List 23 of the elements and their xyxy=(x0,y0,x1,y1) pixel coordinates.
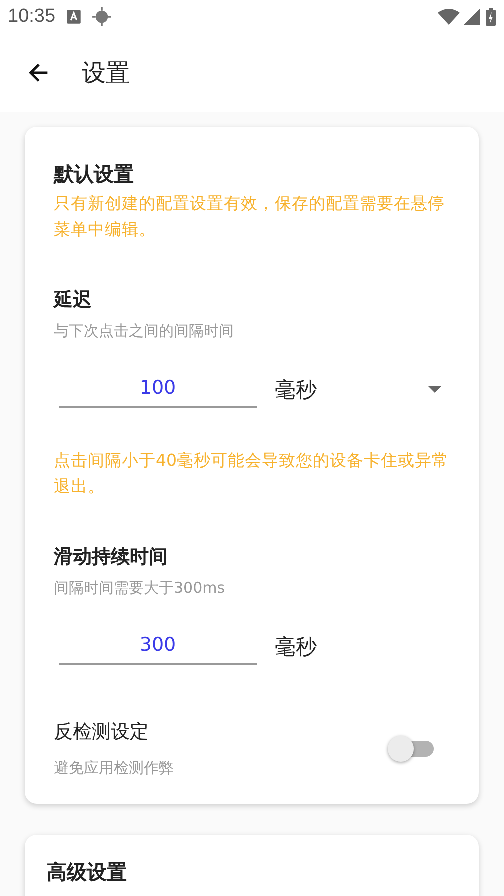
page-title: 设置 xyxy=(82,58,130,89)
section-heading: 默认设置 xyxy=(54,161,135,188)
unit-label: 毫秒 xyxy=(275,634,317,660)
keyboard-a-icon xyxy=(66,9,82,25)
toggle-switch[interactable] xyxy=(388,738,434,760)
setting-title: 反检测设定 xyxy=(54,720,150,745)
battery-charging-icon xyxy=(486,8,496,26)
setting-description: 间隔时间需要大于300ms xyxy=(54,579,226,598)
number-field[interactable]: 300 xyxy=(59,628,257,665)
setting-title: 延迟 xyxy=(54,288,93,313)
wifi-icon xyxy=(438,9,460,25)
warning-text: 只有新创建的配置设置有效，保存的配置需要在悬停菜单中编辑。 xyxy=(54,193,446,241)
setting-description: 与下次点击之间的间隔时间 xyxy=(54,322,235,341)
number-field[interactable]: 100 xyxy=(59,371,257,408)
signal-icon xyxy=(464,9,480,25)
setting-title: 滑动持续时间 xyxy=(54,545,169,570)
location-icon xyxy=(92,7,112,27)
setting-description: 避免应用检测作弊 xyxy=(54,759,175,778)
unit-dropdown[interactable]: 毫秒 xyxy=(275,372,450,408)
warning-text: 点击间隔小于40毫秒可能会导致您的设备卡住或异常退出。 xyxy=(54,450,450,498)
section-heading: 高级设置 xyxy=(47,859,128,886)
caret-icon xyxy=(428,386,442,393)
status-time: 10:35 xyxy=(8,6,56,28)
